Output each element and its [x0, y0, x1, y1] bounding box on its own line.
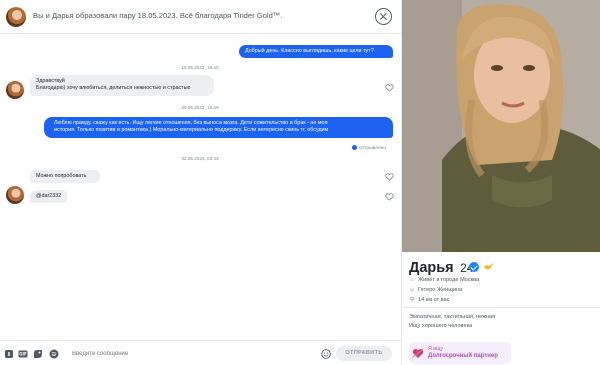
like-heart-icon[interactable] — [385, 84, 394, 92]
message-timestamp: 29.05.2023, 15:49 — [181, 105, 219, 110]
profile-orientation: Гетеро Женщина — [418, 287, 463, 293]
profile-panel: Дарья 24 ⌂ Живёт в городе Москва ☺ Гетеро … — [401, 0, 600, 365]
svg-text:GIF: GIF — [19, 352, 27, 357]
close-chat-icon[interactable] — [375, 8, 392, 25]
profile-divider — [402, 307, 600, 308]
like-heart-icon[interactable] — [385, 173, 394, 181]
message-outgoing[interactable]: Люблю правду, скажу как есть. Ищу легкие… — [44, 117, 393, 138]
message-text: Можно попробовать — [36, 173, 87, 179]
profile-detail-row: ☺ Гетеро Женщина — [409, 287, 462, 293]
location-icon: ⚲ — [409, 297, 415, 303]
message-status: Отправлено — [352, 145, 386, 151]
send-button[interactable]: ОТПРАВИТЬ — [336, 346, 392, 361]
heart-arrow-icon — [412, 348, 424, 358]
sender-avatar[interactable] — [6, 186, 24, 204]
sender-avatar[interactable] — [6, 81, 24, 99]
profile-distance: 14 км от вас — [418, 297, 450, 303]
match-avatar[interactable] — [6, 7, 26, 27]
message-input[interactable] — [72, 349, 312, 359]
sent-check-icon — [352, 145, 357, 150]
like-heart-icon[interactable] — [385, 193, 394, 201]
profile-detail-row: ⚲ 14 км от вас — [409, 297, 450, 303]
spotify-icon[interactable] — [49, 349, 59, 359]
message-timestamp: 02.05.2023, 02:43 — [181, 156, 219, 161]
status-text: Отправлено — [359, 145, 387, 151]
sticker-icon[interactable] — [4, 349, 14, 359]
match-info-text: Вы и Дарья образовали пару 18.05.2023. В… — [33, 11, 283, 20]
message-text: Добрый день. Классно выглядишь, какие це… — [245, 48, 374, 54]
person-icon: ☺ — [409, 287, 415, 293]
message-incoming[interactable]: Можно попробовать — [30, 170, 100, 184]
looking-for-value: Долгосрочный партнер — [428, 353, 498, 359]
message-incoming[interactable]: @dar2332 — [30, 190, 68, 204]
profile-photo[interactable] — [402, 0, 600, 252]
message-timestamp: 18.05.2023, 19:40 — [181, 65, 219, 70]
message-text: Люблю правду, скажу как есть. Ищу легкие… — [54, 120, 328, 126]
emoji-icon[interactable] — [321, 349, 331, 359]
chat-header: Вы и Дарья образовали пару 18.05.2023. В… — [0, 0, 401, 34]
verified-badge-icon — [469, 262, 479, 272]
profile-bio-line: Эмпатичная, тактильная, нежная — [409, 314, 496, 320]
chat-panel: Вы и Дарья образовали пару 18.05.2023. В… — [0, 0, 401, 365]
gif-icon[interactable]: GIF — [18, 349, 28, 359]
profile-name: Дарья — [409, 260, 454, 276]
home-icon: ⌂ — [410, 277, 414, 283]
message-text: @dar2332 — [36, 193, 62, 199]
message-incoming[interactable]: Здравствуй Благодарю) хочу влюбиться, де… — [30, 75, 214, 96]
message-text: Благодарю) хочу влюбиться, делиться нежн… — [36, 85, 191, 92]
profile-detail-row: ⌂ Живёт в городе Москва — [409, 277, 479, 283]
gold-bird-icon — [484, 263, 494, 270]
bitmoji-icon[interactable] — [33, 349, 43, 359]
profile-name-row: Дарья 24 — [409, 259, 473, 277]
message-text: Здравствуй — [36, 78, 65, 84]
profile-city: Живёт в городе Москва — [418, 277, 480, 283]
message-text: история. Только позитив и романтика ) Мо… — [54, 127, 329, 134]
looking-for-label: Я ищу — [428, 346, 444, 352]
message-outgoing[interactable]: Добрый день. Классно выглядишь, какие це… — [239, 45, 393, 59]
profile-bio-line: Ищу хорошего человека — [409, 323, 473, 329]
profile-photo-image — [402, 0, 600, 252]
